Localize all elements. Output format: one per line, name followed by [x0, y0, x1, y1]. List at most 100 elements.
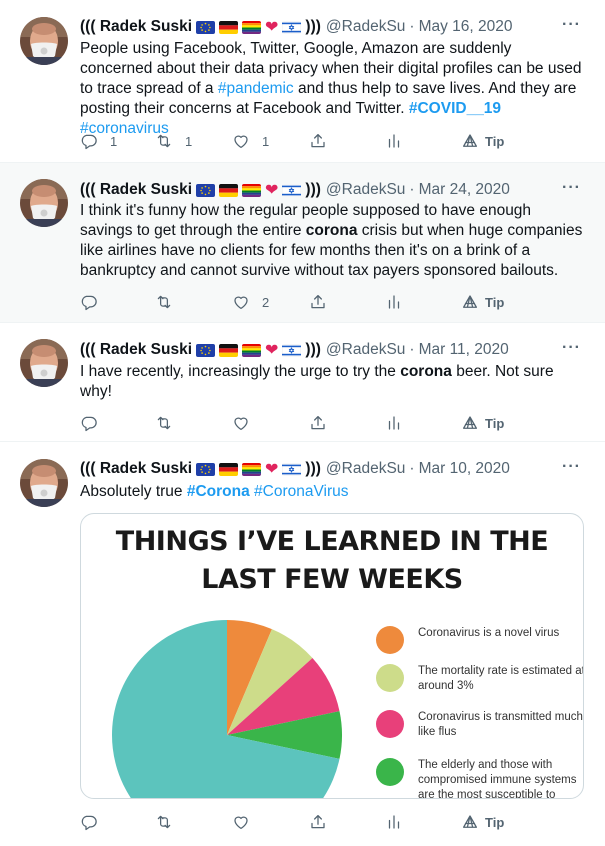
israel-flag-icon: [282, 343, 302, 357]
author-name-suffix: ))): [305, 460, 321, 477]
reply-button[interactable]: [80, 413, 110, 433]
tweet-date[interactable]: May 16, 2020: [419, 18, 513, 36]
legend-dot: [376, 758, 404, 786]
like-count: 2: [262, 294, 270, 310]
share-button[interactable]: [309, 812, 327, 832]
author-handle[interactable]: @RadekSu: [326, 341, 406, 359]
retweet-icon: [155, 132, 173, 150]
tip-icon: [461, 414, 479, 432]
analytics-button[interactable]: [385, 131, 403, 151]
name-emojis: ❤: [196, 182, 302, 198]
author-handle[interactable]: @RadekSu: [326, 460, 406, 478]
like-button[interactable]: [232, 812, 262, 832]
tweet-header: ((( Radek Suski ❤))) @RadekSu · Mar 10, 2020…: [80, 458, 581, 480]
share-button[interactable]: [309, 292, 327, 312]
separator: ·: [409, 181, 415, 198]
heart-icon: ❤: [265, 18, 279, 36]
author-name-suffix: ))): [305, 181, 321, 198]
tweet-actions: Tip: [80, 413, 520, 433]
analytics-button[interactable]: [385, 292, 403, 312]
author-name[interactable]: ((( Radek Suski: [80, 181, 192, 199]
legend-item: Coronavirus is transmitted much like flu…: [376, 710, 583, 740]
legend-item: The elderly and those with compromised i…: [376, 758, 583, 799]
tip-button[interactable]: Tip: [461, 131, 504, 151]
author-handle[interactable]: @RadekSu: [326, 181, 406, 199]
tweet-date[interactable]: Mar 10, 2020: [419, 460, 510, 478]
like-icon: [232, 414, 250, 432]
like-button[interactable]: 1: [232, 131, 269, 151]
tip-count: Tip: [485, 415, 505, 431]
author-name[interactable]: ((( Radek Suski: [80, 18, 192, 36]
tweet[interactable]: ((( Radek Suski ❤))) @RadekSu · Mar 24, 2020…: [0, 163, 605, 323]
hashtag-link[interactable]: #COVID__19: [409, 100, 501, 117]
tweet-date[interactable]: Mar 11, 2020: [419, 341, 509, 359]
tweet-text: I think it's funny how the regular peopl…: [80, 201, 585, 281]
pie-graphic: [112, 620, 342, 798]
separator: ·: [409, 341, 415, 358]
tweet-header: ((( Radek Suski ❤))) @RadekSu · May 16, 2020…: [80, 16, 581, 38]
like-button[interactable]: [232, 413, 262, 433]
more-icon[interactable]: ···: [562, 458, 581, 476]
rainbow-flag-icon: [242, 462, 261, 476]
more-icon[interactable]: ···: [562, 179, 581, 197]
like-icon: [232, 132, 250, 150]
share-icon: [309, 132, 327, 150]
author-handle[interactable]: @RadekSu: [326, 18, 406, 36]
author-name-suffix: ))): [305, 18, 321, 35]
retweet-button[interactable]: [155, 292, 185, 312]
hashtag-link[interactable]: #CoronaVirus: [254, 483, 349, 500]
tip-button[interactable]: Tip: [461, 812, 504, 832]
legend-dot: [376, 664, 404, 692]
legend-dot: [376, 626, 404, 654]
rainbow-flag-icon: [242, 343, 261, 357]
tip-button[interactable]: Tip: [461, 292, 504, 312]
retweet-button[interactable]: [155, 812, 185, 832]
israel-flag-icon: [282, 462, 302, 476]
reply-button[interactable]: 1: [80, 131, 117, 151]
heart-icon: ❤: [265, 341, 279, 359]
reply-count: 1: [110, 133, 118, 149]
tip-count: Tip: [485, 814, 505, 830]
hashtag-link[interactable]: #Corona: [187, 483, 250, 500]
share-button[interactable]: [309, 131, 327, 151]
analytics-button[interactable]: [385, 812, 403, 832]
reply-button[interactable]: [80, 812, 110, 832]
more-icon[interactable]: ···: [562, 16, 581, 34]
israel-flag-icon: [282, 20, 302, 34]
tweet[interactable]: ((( Radek Suski ❤))) @RadekSu · Mar 11, 2020…: [0, 323, 605, 442]
author-name-suffix: ))): [305, 341, 321, 358]
tweet-text: People using Facebook, Twitter, Google, …: [80, 39, 585, 139]
avatar[interactable]: [20, 459, 68, 507]
germany-flag-icon: [219, 183, 238, 197]
legend-dot: [376, 710, 404, 738]
reply-icon: [80, 132, 98, 150]
reply-button[interactable]: [80, 292, 110, 312]
avatar[interactable]: [20, 179, 68, 227]
retweet-icon: [155, 293, 173, 311]
tweet-header: ((( Radek Suski ❤))) @RadekSu · Mar 11, 2020…: [80, 339, 581, 361]
author-name[interactable]: ((( Radek Suski: [80, 460, 192, 478]
retweet-button[interactable]: 1: [155, 131, 192, 151]
more-icon[interactable]: ···: [562, 339, 581, 357]
separator: ·: [409, 460, 415, 477]
tweet-text: I have recently, increasingly the urge t…: [80, 362, 585, 402]
share-button[interactable]: [309, 413, 327, 433]
tweet-date[interactable]: Mar 24, 2020: [419, 181, 510, 199]
avatar[interactable]: [20, 339, 68, 387]
tip-button[interactable]: Tip: [461, 413, 504, 433]
like-button[interactable]: 2: [232, 292, 269, 312]
tweet-actions: 2 Tip: [80, 292, 520, 312]
reply-icon: [80, 813, 98, 831]
tweet[interactable]: ((( Radek Suski ❤))) @RadekSu · May 16, 2020…: [0, 0, 605, 163]
analytics-icon: [385, 414, 403, 432]
analytics-button[interactable]: [385, 413, 403, 433]
tip-count: Tip: [485, 133, 505, 149]
retweet-button[interactable]: [155, 413, 185, 433]
germany-flag-icon: [219, 462, 238, 476]
tweet-actions: 1 1 1 Tip: [80, 131, 520, 151]
avatar[interactable]: [20, 17, 68, 65]
legend-text: The elderly and those with compromised i…: [418, 759, 577, 799]
tweet-media-image[interactable]: THINGS I’VE LEARNED IN THE LAST FEW WEEKS…: [80, 513, 584, 799]
hashtag-link[interactable]: #pandemic: [218, 80, 294, 97]
author-name[interactable]: ((( Radek Suski: [80, 341, 192, 359]
